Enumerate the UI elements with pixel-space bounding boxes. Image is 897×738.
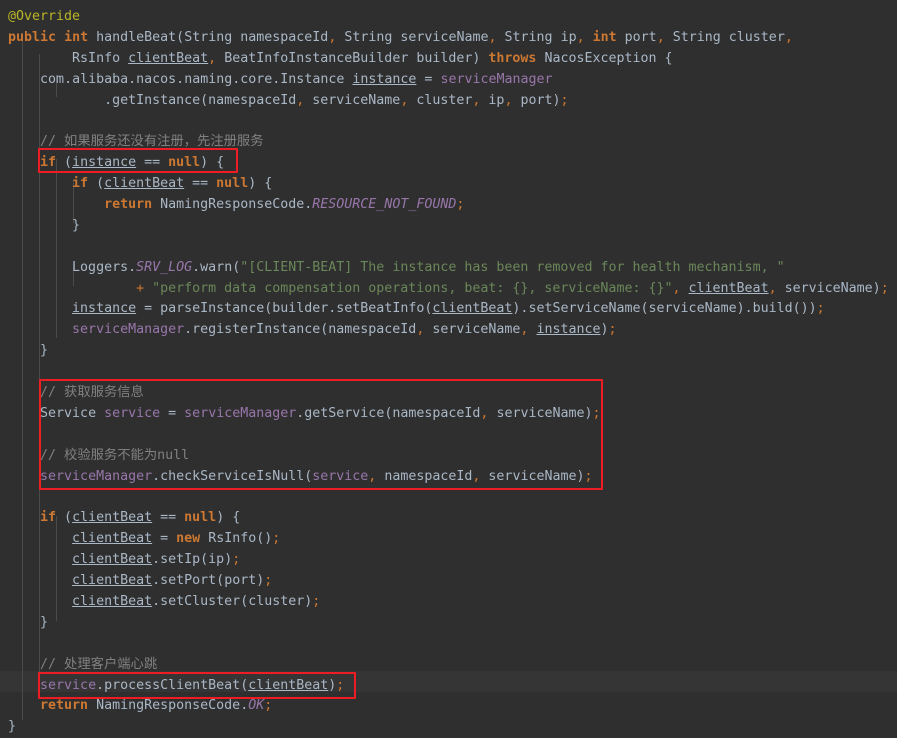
code-line[interactable]: // 校验服务不能为null [0,446,889,467]
code-line[interactable] [0,634,889,655]
code-line[interactable] [0,425,889,446]
code-line[interactable]: // 获取服务信息 [0,383,889,404]
code-line[interactable]: @Override [0,7,889,28]
code-line[interactable]: } [0,216,889,237]
code-line[interactable] [0,362,889,383]
code-line[interactable]: + "perform data compensation operations,… [0,279,889,300]
code-line[interactable]: } [0,613,889,634]
code-line[interactable]: public int handleBeat(String namespaceId… [0,28,889,49]
code-line[interactable] [0,111,889,132]
code-line[interactable]: return NamingResponseCode.RESOURCE_NOT_F… [0,195,889,216]
code-line[interactable]: // 处理客户端心跳 [0,655,889,676]
code-line[interactable]: clientBeat.setPort(port); [0,571,889,592]
code-line[interactable]: service.processClientBeat(clientBeat); [0,676,889,697]
code-line[interactable]: com.alibaba.nacos.naming.core.Instance i… [0,70,889,91]
code-line[interactable]: clientBeat.setIp(ip); [0,550,889,571]
code-line[interactable]: clientBeat = new RsInfo(); [0,529,889,550]
code-line[interactable]: clientBeat.setCluster(cluster); [0,592,889,613]
code-line[interactable]: return NamingResponseCode.OK; [0,696,889,717]
code-line[interactable]: } [0,341,889,362]
code-line[interactable]: .getInstance(namespaceId, serviceName, c… [0,91,889,112]
code-line[interactable] [0,237,889,258]
code-line[interactable]: RsInfo clientBeat, BeatInfoInstanceBuild… [0,49,889,70]
code-line[interactable]: instance = parseInstance(builder.setBeat… [0,299,889,320]
code-line[interactable]: if (clientBeat == null) { [0,174,889,195]
code-line[interactable]: } [0,717,889,738]
code-line[interactable] [0,487,889,508]
code-line[interactable]: serviceManager.registerInstance(namespac… [0,320,889,341]
code-line[interactable]: if (instance == null) { [0,153,889,174]
code-text[interactable]: @Override public int handleBeat(String na… [0,0,889,738]
code-line[interactable]: Loggers.SRV_LOG.warn("[CLIENT-BEAT] The … [0,258,889,279]
code-line[interactable]: if (clientBeat == null) { [0,508,889,529]
code-line[interactable]: // 如果服务还没有注册，先注册服务 [0,132,889,153]
code-editor[interactable]: @Override public int handleBeat(String na… [0,0,897,737]
code-line[interactable]: serviceManager.checkServiceIsNull(servic… [0,467,889,488]
code-line[interactable]: Service service = serviceManager.getServ… [0,404,889,425]
